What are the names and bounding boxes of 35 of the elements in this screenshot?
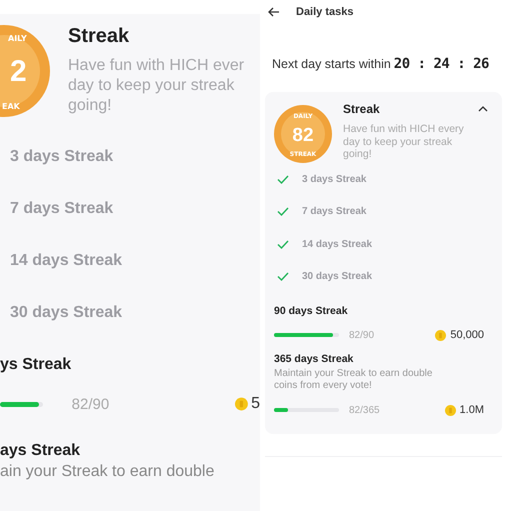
goal-title: 365 days Streak	[274, 353, 354, 365]
streak-description: going!	[68, 96, 113, 116]
streak-title: Streak	[343, 102, 380, 116]
goal-title: 90 days Streak	[274, 305, 349, 317]
progress-count: 82/90	[349, 330, 374, 340]
progress-count: 82/365	[349, 404, 380, 416]
milestone-label: 14 days Streak	[10, 251, 124, 271]
reward-amount: 50,000	[450, 329, 484, 341]
streak-description: day to keep your streak	[68, 76, 236, 96]
reward-amount: 5	[251, 395, 260, 413]
countdown-label: Next day starts within	[272, 57, 391, 71]
milestone-label: 7 days Streak	[302, 206, 366, 218]
streak-badge: AILY 2 EAK	[0, 25, 52, 117]
page-title: Daily tasks	[296, 6, 354, 18]
countdown-timer: 20 : 24 : 26	[394, 56, 489, 72]
back-arrow-icon[interactable]	[268, 7, 280, 17]
goal-description: Maintain your Streak to earn double coins from every vote!	[274, 368, 434, 392]
reward-amount: 1.0M	[460, 404, 484, 416]
coin-icon	[435, 330, 446, 340]
milestone-label: 3 days Streak	[302, 174, 366, 185]
milestone-label: 3 days Streak	[10, 147, 114, 167]
milestone-label: 14 days Streak	[302, 238, 372, 250]
streak-description: Have fun with HICH ever	[68, 56, 244, 76]
progress-count: 82/90	[72, 396, 110, 412]
goal-title: ays Streak	[0, 441, 82, 461]
goal-description: ain your Streak to earn double	[0, 463, 216, 481]
streak-description: Have fun with HICH every day to keep your streak going!	[343, 123, 465, 160]
streak-title: Streak	[68, 25, 130, 48]
coin-icon	[235, 396, 248, 412]
caret-icon[interactable]	[478, 106, 488, 112]
coin-icon	[444, 404, 456, 416]
goal-title: ys Streak	[0, 355, 72, 375]
milestone-label: 7 days Streak	[10, 199, 114, 219]
milestone-label: 30 days Streak	[10, 303, 124, 323]
milestone-label: 30 days Streak	[302, 271, 372, 282]
